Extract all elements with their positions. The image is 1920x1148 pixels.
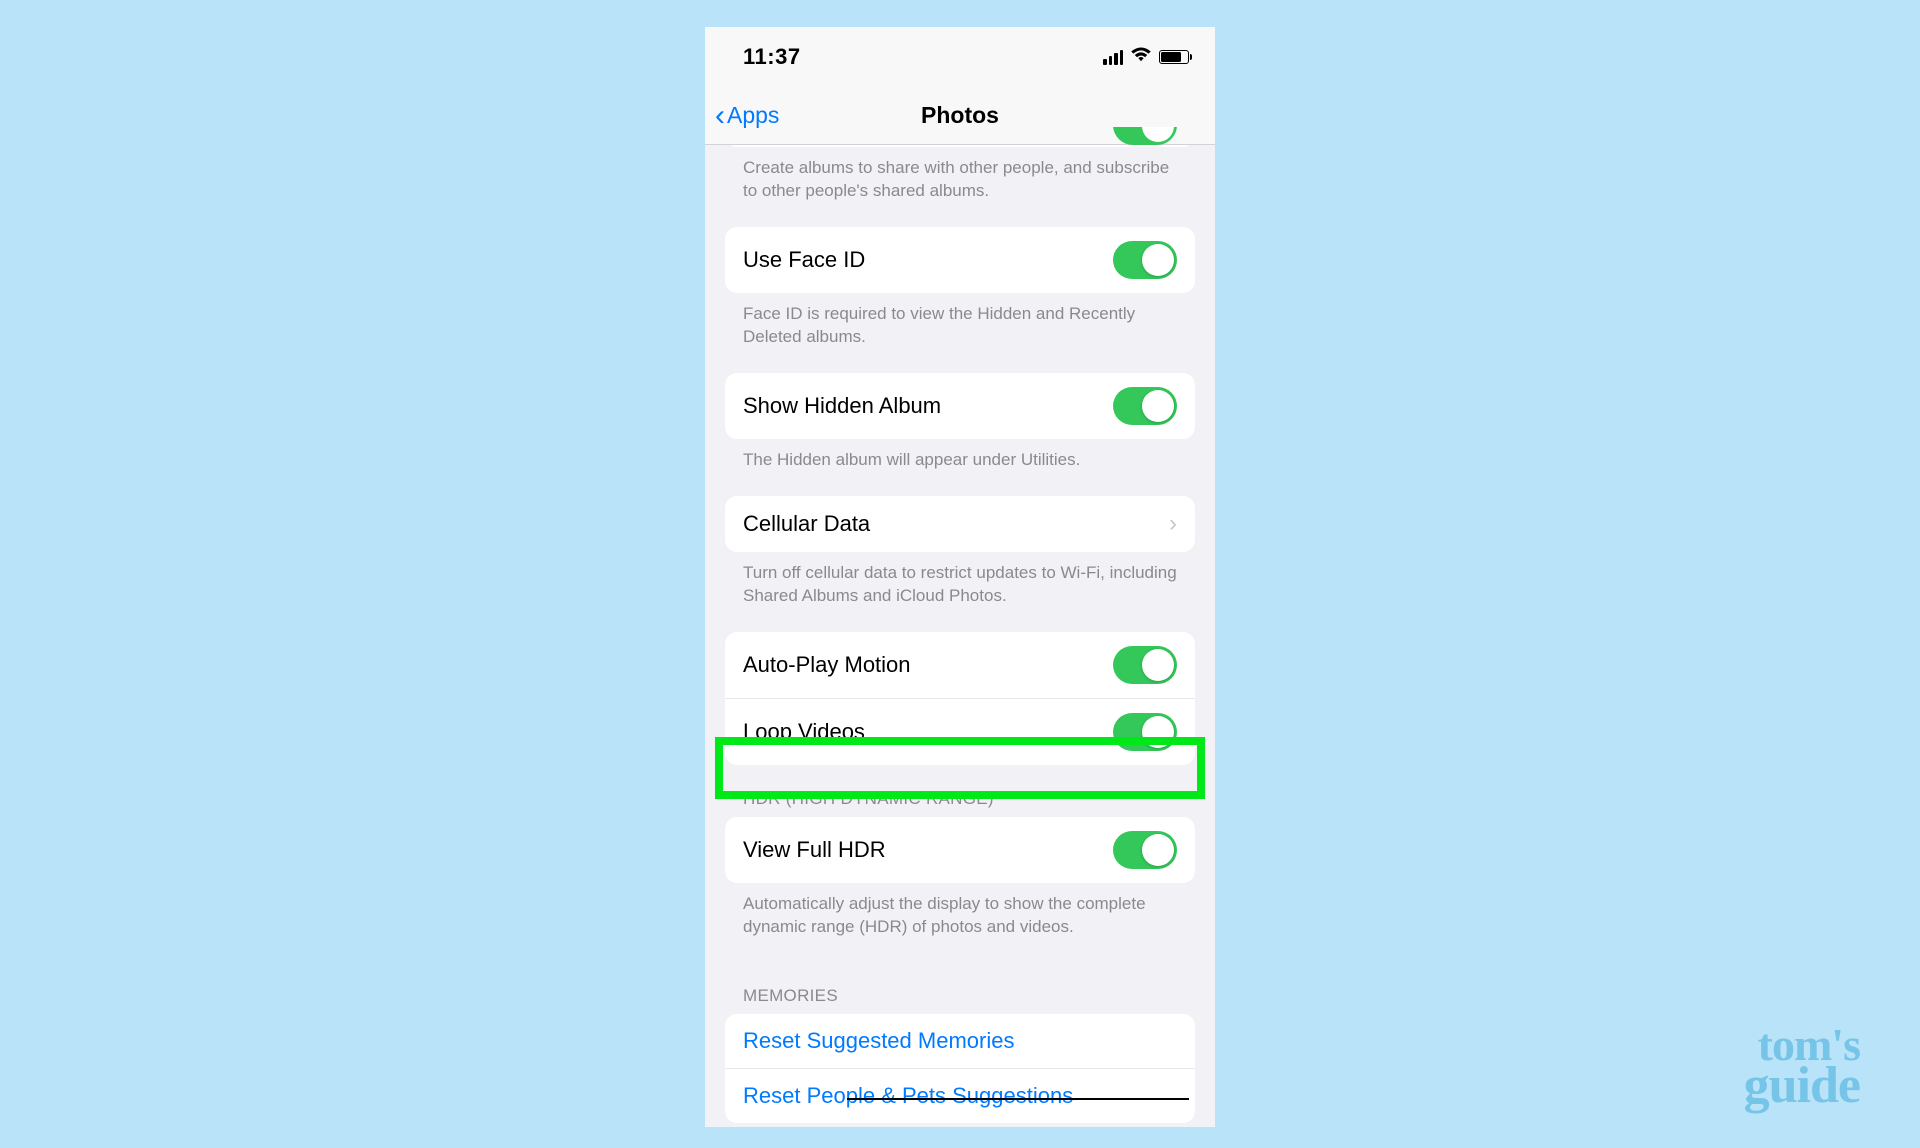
hidden-album-toggle[interactable] <box>1113 387 1177 425</box>
autoplay-row[interactable]: Auto-Play Motion <box>725 632 1195 698</box>
cellular-signal-icon <box>1103 50 1123 65</box>
memories-section-header: MEMORIES <box>705 962 1215 1014</box>
back-label: Apps <box>727 102 779 129</box>
watermark: tom's guide <box>1744 1025 1860 1108</box>
hdr-row[interactable]: View Full HDR <box>725 817 1195 883</box>
status-icons <box>1103 47 1189 68</box>
back-button[interactable]: ‹ Apps <box>715 101 779 131</box>
hdr-toggle[interactable] <box>1113 831 1177 869</box>
loop-videos-toggle[interactable] <box>1113 713 1177 751</box>
hidden-album-description: The Hidden album will appear under Utili… <box>705 439 1215 496</box>
page-title: Photos <box>921 102 999 129</box>
loop-videos-label: Loop Videos <box>743 719 865 745</box>
autoplay-label: Auto-Play Motion <box>743 652 911 678</box>
chevron-left-icon: ‹ <box>715 101 725 131</box>
hidden-album-label: Show Hidden Album <box>743 393 941 419</box>
watermark-line2: guide <box>1744 1064 1860 1108</box>
reset-memories-row[interactable]: Reset Suggested Memories <box>725 1014 1195 1068</box>
face-id-row[interactable]: Use Face ID <box>725 227 1195 293</box>
cellular-data-row[interactable]: Cellular Data › <box>725 496 1195 552</box>
chevron-right-icon: › <box>1169 510 1177 538</box>
shared-albums-description: Create albums to share with other people… <box>705 147 1215 227</box>
cellular-data-description: Turn off cellular data to restrict updat… <box>705 552 1215 632</box>
wifi-icon <box>1130 47 1152 68</box>
hdr-description: Automatically adjust the display to show… <box>705 883 1215 963</box>
hdr-label: View Full HDR <box>743 837 886 863</box>
battery-icon <box>1159 50 1189 64</box>
face-id-label: Use Face ID <box>743 247 865 273</box>
hdr-section-header: HDR (HIGH DYNAMIC RANGE) <box>705 765 1215 817</box>
status-time: 11:37 <box>743 44 801 70</box>
settings-list[interactable]: Create albums to share with other people… <box>705 127 1215 1123</box>
loop-videos-row[interactable]: Loop Videos <box>725 698 1195 765</box>
reset-memories-label: Reset Suggested Memories <box>743 1028 1014 1054</box>
face-id-toggle[interactable] <box>1113 241 1177 279</box>
reset-people-label: Reset People & Pets Suggestions <box>743 1083 1073 1109</box>
phone-frame: 11:37 ‹ Apps Photos Create albums to sha… <box>705 27 1215 1127</box>
status-bar: 11:37 <box>705 27 1215 87</box>
autoplay-toggle[interactable] <box>1113 646 1177 684</box>
face-id-description: Face ID is required to view the Hidden a… <box>705 293 1215 373</box>
cellular-data-label: Cellular Data <box>743 511 870 537</box>
reset-people-row[interactable]: Reset People & Pets Suggestions <box>725 1068 1195 1123</box>
hidden-album-row[interactable]: Show Hidden Album <box>725 373 1195 439</box>
